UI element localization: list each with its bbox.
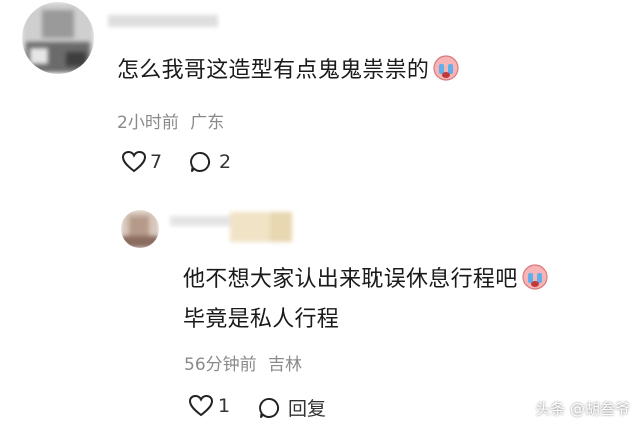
username-redacted [108,12,218,30]
comment-location: 广东 [190,113,225,133]
comment-meta: 2小时前 广东 [117,108,224,133]
reply-meta: 56分钟前 吉林 [184,350,302,375]
watermark: 头条 @胡叁爷 [535,400,630,418]
reply-like-button[interactable]: 1 [188,394,230,418]
reply-button[interactable]: 回复 [258,394,326,421]
reply-like-count: 1 [218,395,231,417]
reply-avatar[interactable] [121,210,159,248]
heart-icon [121,150,147,174]
reply-location: 吉林 [268,355,303,375]
avatar[interactable] [22,2,94,74]
reply-time: 56分钟前 [184,355,257,375]
comment-bubble-icon [258,396,282,420]
reply-button-label: 回复 [288,398,327,420]
reply-text-line1: 他不想大家认出来耽误休息行程吧 [183,263,550,299]
comment-time: 2小时前 [117,113,179,133]
reply-username-redacted [170,212,296,244]
comment-text: 怎么我哥这造型有点鬼鬼祟祟的 [117,54,461,90]
heart-icon [188,394,214,418]
reply-count: 2 [219,151,232,173]
like-count: 7 [150,151,163,173]
comment-bubble-icon [189,150,213,174]
reply-text-line2: 毕竟是私人行程 [183,307,340,332]
reply-count-button[interactable]: 2 [189,150,231,174]
reply-text: 他不想大家认出来耽误休息行程吧 毕竟是私人行程 [183,263,550,334]
crying-face-emoji [520,263,550,299]
crying-face-emoji [431,54,461,90]
like-button[interactable]: 7 [121,150,162,174]
